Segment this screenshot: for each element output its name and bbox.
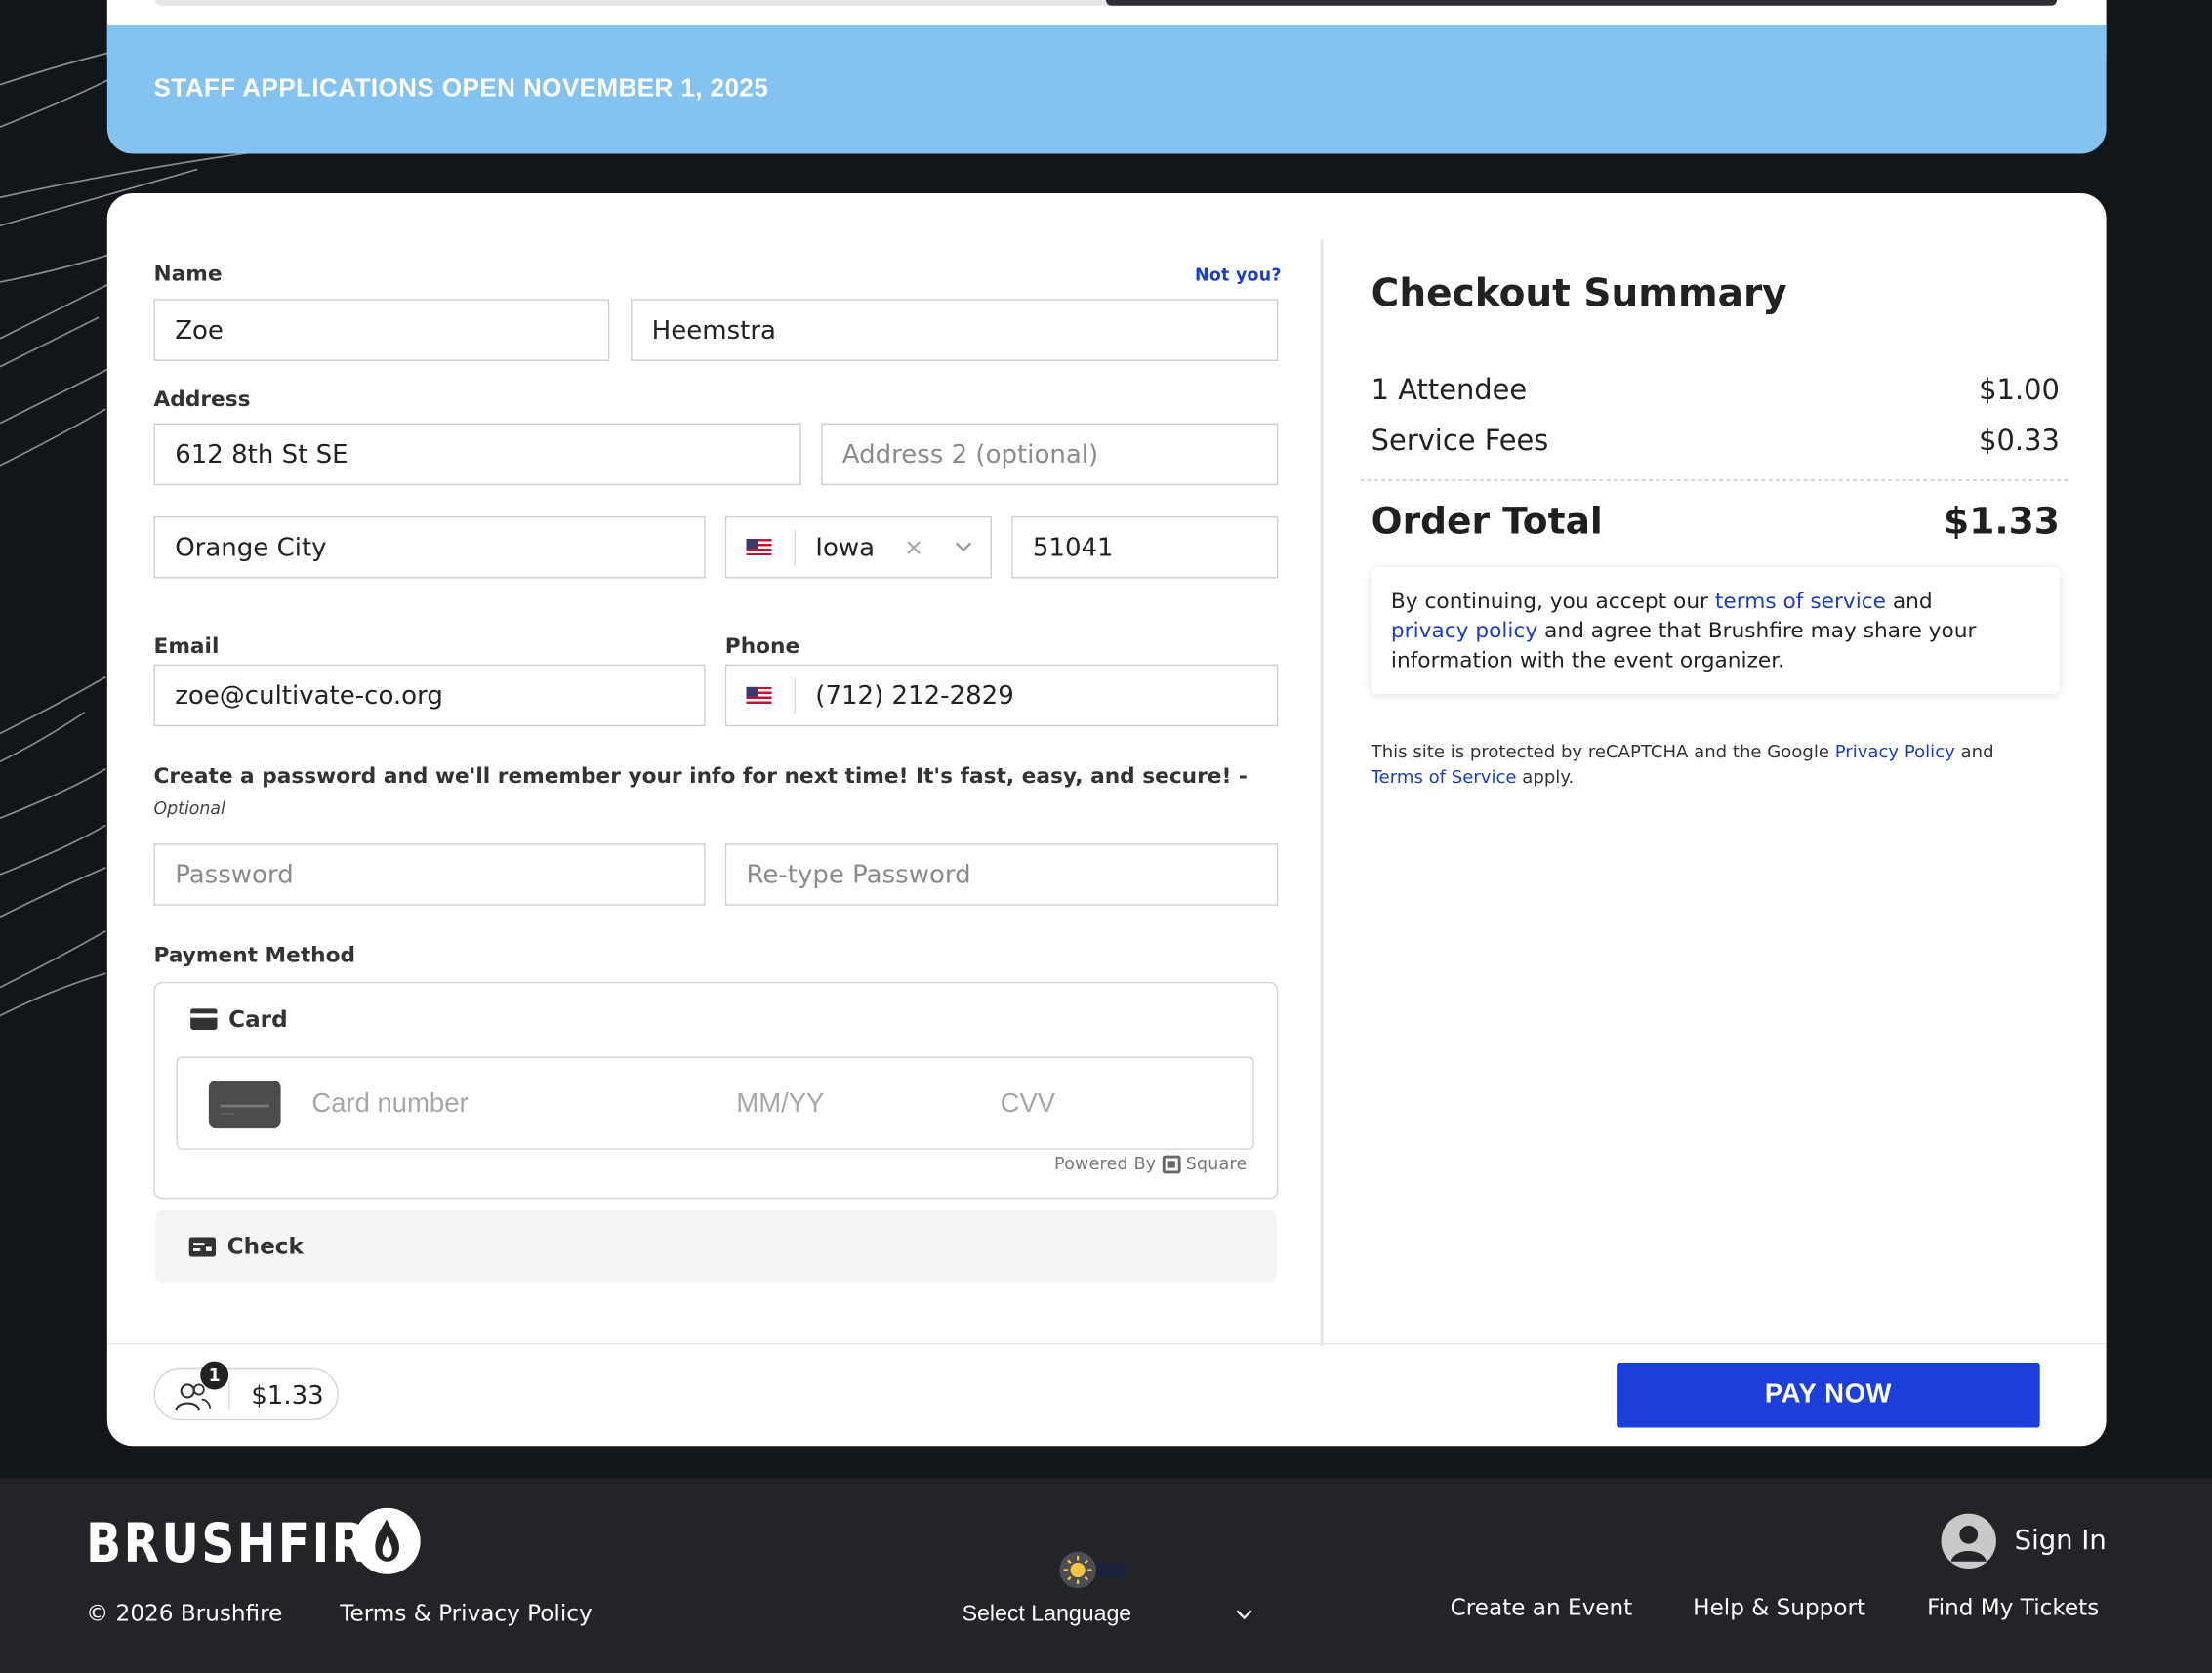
check-option-label: Check	[226, 1233, 304, 1260]
not-you-link[interactable]: Not you?	[1195, 265, 1282, 285]
phone-value: (712) 212-2829	[815, 680, 1014, 711]
create-event-link[interactable]: Create an Event	[1451, 1594, 1633, 1620]
check-icon	[188, 1236, 217, 1256]
summary-item-amount: $0.33	[1979, 423, 2060, 458]
sign-in-link[interactable]: Sign In	[2015, 1525, 2107, 1556]
card-number-input[interactable]: Card number	[311, 1089, 468, 1121]
card-cvv-input[interactable]: CVV	[1001, 1089, 1055, 1121]
phone-divider	[794, 676, 797, 714]
top-field-edge	[154, 0, 1115, 6]
summary-row-attendee: 1 Attendee $1.00	[1372, 373, 2060, 407]
terms-of-service-link[interactable]: terms of service	[1715, 589, 1886, 614]
password-hint: Create a password and we'll remember you…	[153, 762, 1248, 789]
us-flag-icon	[746, 686, 772, 705]
pill-divider	[228, 1380, 230, 1411]
user-avatar-icon[interactable]	[1941, 1513, 1996, 1570]
recaptcha-text: and	[1954, 740, 1994, 762]
chevron-down-icon[interactable]	[954, 538, 973, 557]
card-option-title: Card	[190, 1005, 288, 1033]
check-option-title: Check	[188, 1233, 304, 1260]
last-name-field[interactable]: Heemstra	[630, 299, 1279, 361]
address2-field[interactable]: Address 2 (optional)	[821, 423, 1279, 486]
select-divider	[794, 528, 797, 566]
phone-label: Phone	[724, 632, 800, 659]
attendee-count-badge: 1	[200, 1361, 229, 1390]
summary-item-amount: $1.00	[1979, 372, 2060, 407]
order-total-label: Order Total	[1371, 501, 1603, 544]
state-select[interactable]: Iowa ✕	[724, 515, 992, 579]
clear-icon[interactable]: ✕	[904, 534, 922, 560]
check-payment-option[interactable]: Check	[154, 1209, 1277, 1283]
card-footer-divider	[106, 1342, 2107, 1345]
theme-toggle[interactable]	[1059, 1551, 1127, 1589]
pay-now-button[interactable]: PAY NOW	[1617, 1363, 2040, 1428]
cart-pill[interactable]: 1 $1.33	[153, 1361, 339, 1421]
address1-field[interactable]: 612 8th St SE	[153, 423, 801, 486]
retype-password-field[interactable]: Re-type Password	[724, 843, 1279, 906]
flame-logo-icon[interactable]	[353, 1507, 421, 1574]
zip-field[interactable]: 51041	[1011, 515, 1279, 579]
column-divider	[1320, 239, 1324, 1346]
summary-item-label: Service Fees	[1371, 423, 1549, 458]
password-optional: Optional	[153, 797, 225, 819]
chevron-down-icon[interactable]	[1235, 1608, 1254, 1621]
square-text: Square	[1185, 1154, 1248, 1174]
password-field[interactable]: Password	[153, 843, 706, 906]
consent-text: and	[1885, 588, 1933, 614]
card-icon	[190, 1008, 218, 1030]
checkout-card: Name Not you? Zoe Heemstra Address 612 8…	[106, 192, 2107, 1447]
consent-text: By continuing, you accept our	[1390, 588, 1715, 614]
banner-text: STAFF APPLICATIONS OPEN NOVEMBER 1, 2025	[153, 73, 769, 102]
order-total-amount: $1.33	[1944, 501, 2060, 544]
order-total-row: Order Total $1.33	[1372, 501, 2060, 543]
card-option-label: Card	[228, 1005, 288, 1033]
powered-by-text: Powered By	[1054, 1154, 1157, 1174]
us-flag-icon	[746, 539, 772, 556]
language-select[interactable]: Select Language	[963, 1603, 1132, 1628]
announcement-banner: STAFF APPLICATIONS OPEN NOVEMBER 1, 2025	[106, 25, 2107, 154]
summary-title: Checkout Summary	[1371, 271, 1787, 316]
google-privacy-link[interactable]: Privacy Policy	[1835, 741, 1955, 762]
top-button-edge	[1105, 0, 2058, 6]
help-support-link[interactable]: Help & Support	[1693, 1594, 1865, 1620]
card-payment-option[interactable]: Card Card number MM/YY CVV Powered By Sq…	[153, 981, 1279, 1200]
recaptcha-text: apply.	[1516, 765, 1575, 788]
copyright-text: © 2026 Brushfire	[86, 1599, 283, 1627]
terms-privacy-link[interactable]: Terms & Privacy Policy	[340, 1600, 592, 1626]
recaptcha-notice: This site is protected by reCAPTCHA and …	[1372, 739, 2060, 790]
name-label: Name	[153, 261, 223, 287]
address-label: Address	[153, 386, 251, 412]
email-label: Email	[153, 632, 220, 659]
summary-item-label: 1 Attendee	[1371, 372, 1528, 407]
powered-by-square: Powered By Square	[1054, 1154, 1247, 1173]
summary-row-fees: Service Fees $0.33	[1372, 424, 2060, 458]
page-root: STAFF APPLICATIONS OPEN NOVEMBER 1, 2025…	[0, 0, 2212, 1673]
city-field[interactable]: Orange City	[153, 515, 706, 579]
summary-divider	[1360, 479, 2069, 481]
phone-field[interactable]: (712) 212-2829	[724, 664, 1279, 727]
generic-card-icon	[208, 1080, 281, 1129]
payment-method-label: Payment Method	[153, 942, 356, 968]
google-terms-link[interactable]: Terms of Service	[1372, 766, 1517, 788]
site-footer: BRUSHFIRE © 2026 Brushfire Terms & Priva…	[0, 1478, 2212, 1673]
recaptcha-text: This site is protected by reCAPTCHA and …	[1371, 740, 1835, 762]
square-logo-icon	[1162, 1154, 1180, 1173]
email-field[interactable]: zoe@cultivate-co.org	[153, 664, 706, 727]
card-expiry-input[interactable]: MM/YY	[736, 1089, 824, 1121]
find-tickets-link[interactable]: Find My Tickets	[1927, 1594, 2099, 1620]
state-value: Iowa	[815, 532, 876, 562]
cart-amount: $1.33	[251, 1380, 324, 1411]
consent-box: By continuing, you accept our terms of s…	[1371, 566, 2060, 695]
card-input-group[interactable]: Card number MM/YY CVV	[176, 1056, 1254, 1150]
first-name-field[interactable]: Zoe	[153, 299, 610, 361]
privacy-policy-link[interactable]: privacy policy	[1391, 618, 1537, 643]
